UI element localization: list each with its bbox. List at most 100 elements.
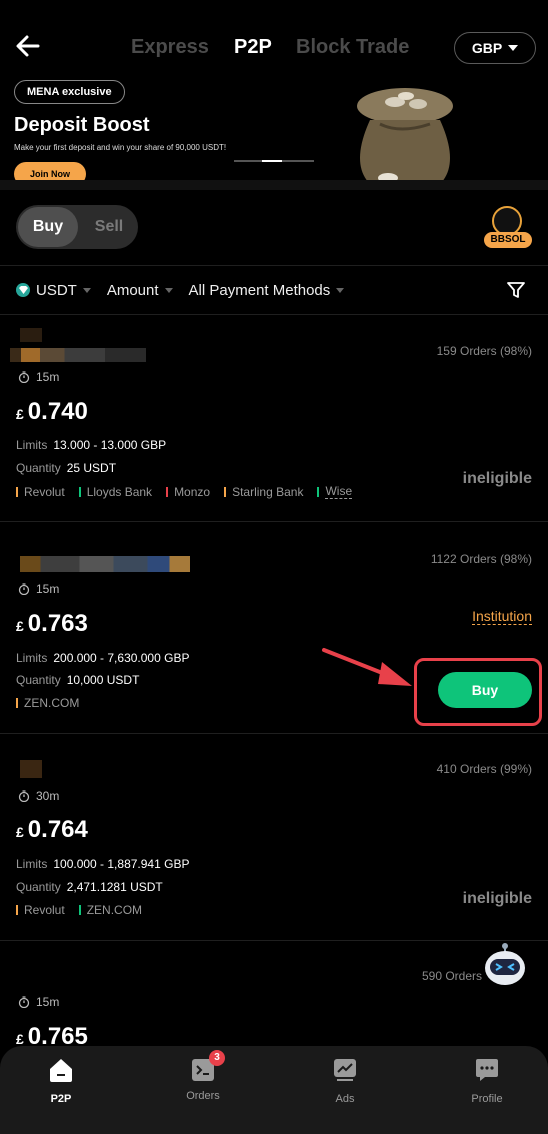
buy-toggle-button[interactable]: Buy [18,207,78,247]
bbsol-badge[interactable]: BBSOL [484,206,532,250]
payment-time: 30m [18,789,59,803]
listing-card: 1122 Orders (98%) 15m Institution £ 0.76… [0,522,548,732]
payment-time: 15m [18,370,59,384]
asset-filter-label: USDT [36,281,77,299]
buy-button[interactable]: Buy [438,672,532,708]
order-count: 410 Orders (99%) [436,762,532,776]
nav-profile[interactable]: Profile [442,1056,532,1105]
quantity-value: 10,000 USDT [66,673,140,687]
filter-funnel-icon[interactable] [506,280,526,300]
banner-title: Deposit Boost [14,114,150,136]
nav-label: Profile [471,1093,503,1105]
payment-methods: Revolut Lloyds Bank Monzo Starling Bank … [16,484,366,499]
chevron-down-icon [508,45,519,51]
limits-value: 200.000 - 7,630.000 GBP [53,651,190,665]
payment-method-tag: Monzo [166,484,210,499]
order-count: 1122 Orders (98%) [430,552,532,566]
price-value: 0.764 [27,816,88,843]
back-arrow-icon[interactable] [12,30,44,62]
limits-value: 100.000 - 1,887.941 GBP [53,857,190,871]
timer-icon [18,371,30,383]
payment-method-tag: Lloyds Bank [78,484,152,499]
divider [0,265,548,266]
carousel-indicator [234,160,314,162]
avatar [20,328,42,342]
banner-subtitle: Make your first deposit and win your sha… [14,143,227,152]
nav-orders[interactable]: 3 Orders [158,1050,248,1102]
red-arrow-annotation [322,648,412,686]
listing-card: 590 Orders 15m £ 0.765 [0,941,548,1050]
money-bag-illustration [357,88,453,180]
orders-icon: 3 [189,1050,225,1084]
nav-label: P2P [50,1093,72,1105]
banner-pill: MENA exclusive [14,80,125,104]
join-now-button[interactable]: Join Now [14,162,86,180]
orders-count-badge: 3 [209,1050,225,1066]
merchant-name-blurred [20,556,190,572]
payment-method-tag: ZEN.COM [16,696,79,710]
avatar [20,760,42,778]
quantity-row: Quantity 10,000 USDT [16,673,140,687]
merchant-name-blurred [10,348,146,362]
limits-row: Limits 100.000 - 1,887.941 GBP [16,857,190,871]
asset-filter[interactable]: USDT [16,282,91,299]
payment-time-value: 30m [36,789,60,803]
price: £ 0.763 [16,610,88,638]
payment-time-value: 15m [36,582,60,596]
currency-selector[interactable]: GBP [454,32,536,64]
bbsol-label: BBSOL [484,232,532,248]
section-divider [0,180,548,190]
support-robot-icon[interactable] [482,942,528,988]
price: £ 0.740 [16,398,88,426]
listing-card: 410 Orders (99%) 30m £ 0.764 Limits 100.0… [0,734,548,940]
limits-row: Limits 200.000 - 7,630.000 GBP [16,651,190,665]
ineligible-label: ineligible [462,890,532,907]
payment-method-tag: Revolut [16,903,65,917]
nav-label: Orders [186,1090,220,1102]
sell-toggle-button[interactable]: Sell [82,207,136,247]
tab-p2p[interactable]: P2P [234,36,272,59]
ineligible-label: ineligible [462,470,532,487]
currency-label: GBP [471,40,503,56]
order-count: 159 Orders (98%) [436,344,532,358]
quantity-value: 2,471.1281 USDT [66,880,163,894]
payment-filter[interactable]: All Payment Methods [189,282,345,299]
currency-symbol: £ [16,824,24,840]
ads-icon [334,1059,356,1081]
profile-icon [476,1059,498,1081]
price-value: 0.763 [27,610,88,637]
limits-value: 13.000 - 13.000 GBP [53,438,167,452]
limits-row: Limits 13.000 - 13.000 GBP [16,438,167,452]
institution-tag[interactable]: Institution [472,608,532,625]
quantity-row: Quantity 25 USDT [16,461,117,475]
amount-filter-label: Amount [106,281,159,299]
payment-method-tag: Starling Bank [224,484,303,499]
quantity-value: 25 USDT [66,461,117,475]
amount-filter[interactable]: Amount [107,282,173,299]
timer-icon [18,790,30,802]
payment-time: 15m [18,995,59,1009]
currency-symbol: £ [16,1031,24,1047]
order-count: 590 Orders [421,969,482,983]
listing-card: 159 Orders (98%) 15m £ 0.740 Limits 13.00… [0,314,548,520]
currency-symbol: £ [16,406,24,422]
nav-label: Ads [335,1093,355,1105]
promo-banner[interactable]: MENA exclusive Deposit Boost Make your f… [0,76,548,180]
home-icon [50,1059,72,1082]
quantity-row: Quantity 2,471.1281 USDT [16,880,163,894]
chevron-down-icon [164,287,173,293]
chevron-down-icon [336,287,345,293]
payment-methods: ZEN.COM [16,696,93,710]
filter-bar: USDT Amount All Payment Methods [16,280,360,300]
nav-p2p[interactable]: P2P [16,1056,106,1105]
payment-method-tag: ZEN.COM [78,903,142,917]
payment-method-tag: Revolut [16,484,65,499]
timer-icon [18,583,30,595]
payment-time-value: 15m [36,370,60,384]
tab-express[interactable]: Express [131,36,209,59]
tab-block-trade[interactable]: Block Trade [296,36,409,59]
nav-ads[interactable]: Ads [300,1056,390,1105]
usdt-icon [16,283,30,297]
bottom-navigation: P2P 3 Orders Ads Profile [0,1046,548,1134]
payment-time-value: 15m [36,995,60,1009]
